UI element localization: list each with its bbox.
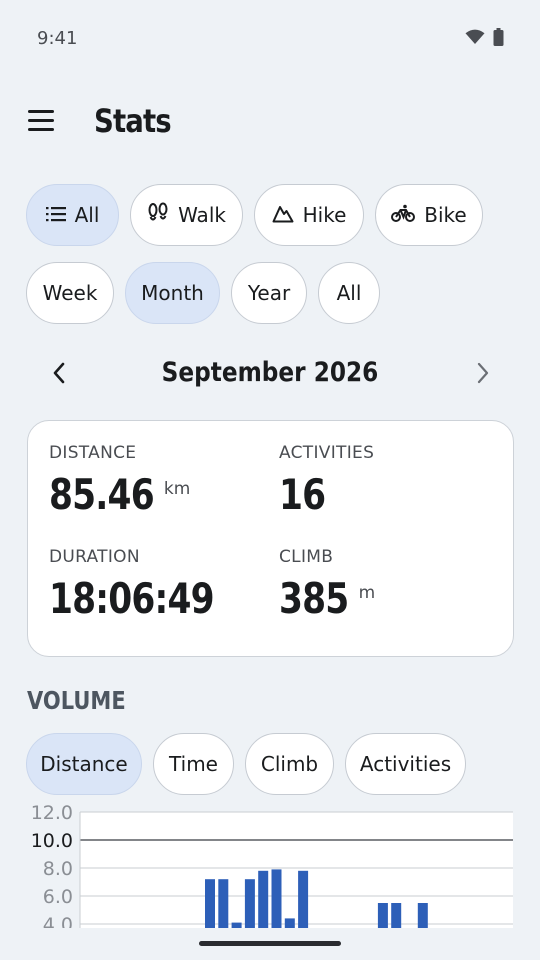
stat-activities: ACTIVITIES 16 [279, 443, 374, 517]
stat-climb: CLIMB 385 m [279, 547, 375, 621]
filter-chip-label: Hike [302, 203, 347, 227]
stat-distance: DISTANCE 85.46 km [49, 443, 190, 517]
chevron-right-icon[interactable] [468, 356, 498, 390]
metric-chip-label: Time [169, 752, 218, 776]
battery-icon [493, 28, 504, 51]
stat-value: 18:06:49 [49, 574, 215, 623]
stat-duration: DURATION 18:06:49 [49, 547, 250, 621]
filter-chip-walk[interactable]: Walk [130, 184, 243, 246]
filter-chip-bike[interactable]: Bike [375, 184, 483, 246]
page-title: Stats [94, 102, 172, 140]
period-chip-month[interactable]: Month [125, 262, 220, 324]
stat-unit: km [163, 479, 191, 499]
chart-bar[interactable] [298, 870, 309, 928]
chart-bar[interactable] [417, 903, 428, 928]
metric-chip-climb[interactable]: Climb [245, 733, 334, 795]
metric-chip-label: Distance [40, 752, 128, 776]
filter-chip-all[interactable]: All [26, 184, 119, 246]
filter-chip-hike[interactable]: Hike [254, 184, 364, 246]
period-label: September 2026 [161, 357, 379, 388]
chart-bar[interactable] [258, 870, 269, 928]
period-chip-label: Year [247, 281, 291, 305]
chart-y-tick-label: 12.0 [31, 802, 73, 824]
status-icons [465, 28, 504, 51]
chart-bar[interactable] [377, 903, 388, 928]
volume-chart-svg: 12.0 10.0 8.0 6.0 4.0 [31, 802, 513, 928]
stat-unit: m [358, 583, 376, 603]
app-bar: Stats [0, 92, 540, 152]
status-time: 9:41 [37, 28, 78, 49]
metric-chip-activities[interactable]: Activities [345, 733, 466, 795]
chart-bar[interactable] [271, 869, 282, 928]
wifi-icon [465, 29, 485, 50]
stat-value: 385 [279, 574, 349, 623]
period-chip-label: Week [42, 281, 98, 305]
summary-card: DISTANCE 85.46 km ACTIVITIES 16 DURATION… [27, 420, 514, 657]
chart-y-tick-label: 10.0 [31, 830, 73, 852]
volume-metric-row: Distance Time Climb Activities [26, 733, 466, 795]
metric-chip-label: Activities [359, 752, 452, 776]
filter-chip-label: All [74, 203, 100, 227]
chart-bar[interactable] [284, 918, 295, 928]
chart-bar[interactable] [205, 879, 215, 928]
chart-bar[interactable] [218, 879, 229, 928]
metric-chip-time[interactable]: Time [153, 733, 234, 795]
mountain-icon [272, 203, 294, 228]
status-bar: 9:41 [0, 0, 540, 78]
volume-section-title: VOLUME [27, 686, 126, 715]
stat-value: 85.46 [49, 470, 155, 519]
footprints-icon [147, 202, 169, 229]
chart-y-tick-label: 8.0 [43, 858, 73, 880]
period-chip-label: Month [141, 281, 204, 305]
stat-label: DURATION [49, 547, 140, 567]
volume-chart: 12.0 10.0 8.0 6.0 4.0 [0, 800, 540, 928]
stat-label: DISTANCE [49, 443, 137, 463]
menu-icon[interactable] [28, 108, 56, 134]
chart-bar[interactable] [391, 903, 402, 928]
bicycle-icon [391, 203, 416, 228]
stat-value: 16 [279, 470, 326, 519]
chart-y-tick-label: 6.0 [43, 886, 73, 908]
period-navigator: September 2026 [0, 348, 540, 398]
chart-bar[interactable] [231, 922, 242, 928]
stat-label: ACTIVITIES [279, 443, 375, 463]
period-chip-all[interactable]: All [318, 262, 380, 324]
metric-chip-distance[interactable]: Distance [26, 733, 142, 795]
period-filter-row: Week Month Year All [26, 262, 380, 324]
period-chip-year[interactable]: Year [231, 262, 307, 324]
home-indicator[interactable] [199, 941, 341, 946]
period-chip-week[interactable]: Week [26, 262, 114, 324]
period-chip-label: All [336, 281, 362, 305]
chart-y-tick-label: 4.0 [43, 914, 73, 928]
filter-chip-label: Walk [178, 203, 226, 227]
filter-chip-label: Bike [424, 203, 467, 227]
activity-filter-row: All Walk Hike Bike [26, 184, 483, 246]
chart-bar[interactable] [244, 879, 255, 928]
stat-label: CLIMB [279, 547, 334, 567]
metric-chip-label: Climb [260, 752, 319, 776]
list-icon [45, 203, 66, 227]
chart-plot-background [80, 812, 513, 928]
